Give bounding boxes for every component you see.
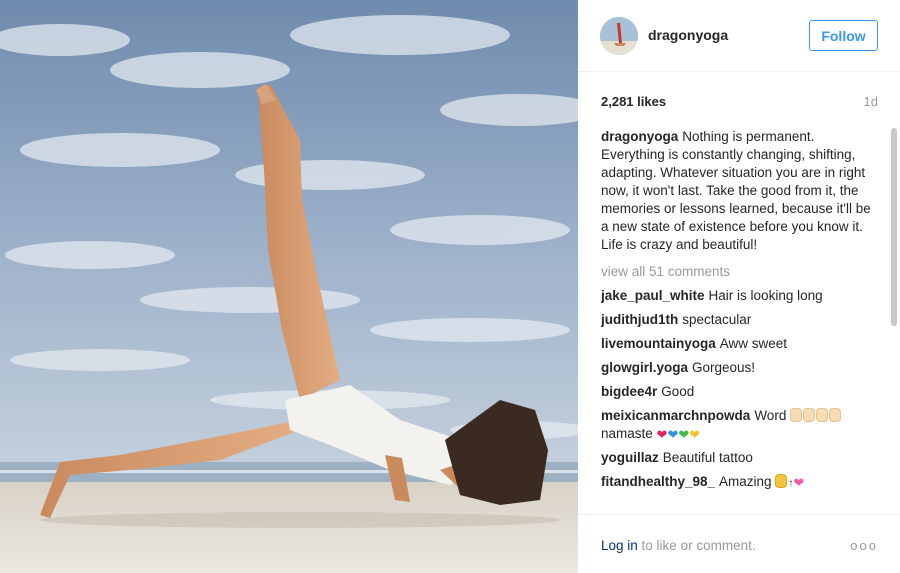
comments-scrollbar[interactable] — [888, 128, 898, 508]
login-prompt: Log in to like or comment. — [601, 538, 756, 553]
comment-row: bigdee4r Good — [601, 383, 873, 401]
comment-text: Beautiful tattoo — [662, 450, 753, 465]
post-caption: dragonyoga Nothing is permanent. Everythi… — [601, 128, 873, 254]
comment-username[interactable]: judithjud1th — [601, 312, 678, 327]
caption-username[interactable]: dragonyoga — [601, 129, 678, 144]
comment-row: fitandhealthy_98_ Amazing ↑❤ — [601, 473, 873, 493]
post-username[interactable]: dragonyoga — [648, 27, 728, 43]
hearts-emoji-icon: ❤❤❤❤ — [656, 427, 701, 442]
comment-text: Word — [754, 408, 787, 423]
post-header: dragonyoga Follow — [578, 0, 900, 72]
caption-text: Nothing is permanent. Everything is cons… — [601, 129, 871, 252]
comment-username[interactable]: yoguillaz — [601, 450, 659, 465]
comment-row: yoguillaz Beautiful tattoo — [601, 449, 873, 467]
comment-text: Amazing — [719, 474, 772, 489]
comment-text: Gorgeous! — [692, 360, 756, 375]
comment-text: Aww sweet — [719, 336, 788, 351]
post-side-panel: dragonyoga Follow 2,281 likes 1d dragony… — [578, 0, 900, 573]
follow-button[interactable]: Follow — [809, 20, 878, 51]
comment-username[interactable]: glowgirl.yoga — [601, 360, 688, 375]
post-stats: 2,281 likes 1d — [578, 72, 900, 124]
more-options-icon[interactable]: ooo — [850, 538, 878, 553]
comment-text-2: namaste — [601, 426, 653, 441]
praying-hands-emoji-icon — [790, 408, 842, 423]
login-prompt-text: to like or comment. — [637, 538, 756, 553]
post-photo[interactable] — [0, 0, 578, 573]
login-link[interactable]: Log in — [601, 538, 638, 553]
pink-heart-emoji-icon: ❤ — [793, 475, 805, 490]
comment-text: Good — [661, 384, 695, 399]
post-footer: Log in to like or comment. ooo — [578, 514, 900, 573]
instagram-post-view: dragonyoga Follow 2,281 likes 1d dragony… — [0, 0, 900, 573]
likes-count[interactable]: 2,281 likes — [601, 94, 666, 109]
comment-text: Hair is looking long — [708, 288, 823, 303]
comment-row: livemountainyoga Aww sweet — [601, 335, 873, 353]
yoga-beach-photo — [0, 0, 578, 573]
comments-list: dragonyoga Nothing is permanent. Everythi… — [601, 128, 873, 508]
post-age[interactable]: 1d — [864, 94, 878, 109]
comment-username[interactable]: jake_paul_white — [601, 288, 705, 303]
comment-row: glowgirl.yoga Gorgeous! — [601, 359, 873, 377]
comment-row: meixicanmarchnpowda Word namaste ❤❤❤❤ — [601, 407, 873, 443]
comment-username[interactable]: meixicanmarchnpowda — [601, 408, 750, 423]
comment-username[interactable]: fitandhealthy_98_ — [601, 474, 715, 489]
comment-username[interactable]: bigdee4r — [601, 384, 657, 399]
comment-username[interactable]: livemountainyoga — [601, 336, 716, 351]
comment-row: judithjud1th spectacular — [601, 311, 873, 329]
comment-text: spectacular — [682, 312, 752, 327]
avatar[interactable] — [600, 17, 638, 55]
raised-hands-emoji-icon — [775, 474, 788, 489]
view-all-comments-link[interactable]: view all 51 comments — [601, 263, 873, 281]
scrollbar-thumb[interactable] — [891, 128, 897, 326]
avatar-image — [600, 17, 638, 55]
comment-row: jake_paul_white Hair is looking long — [601, 287, 873, 305]
